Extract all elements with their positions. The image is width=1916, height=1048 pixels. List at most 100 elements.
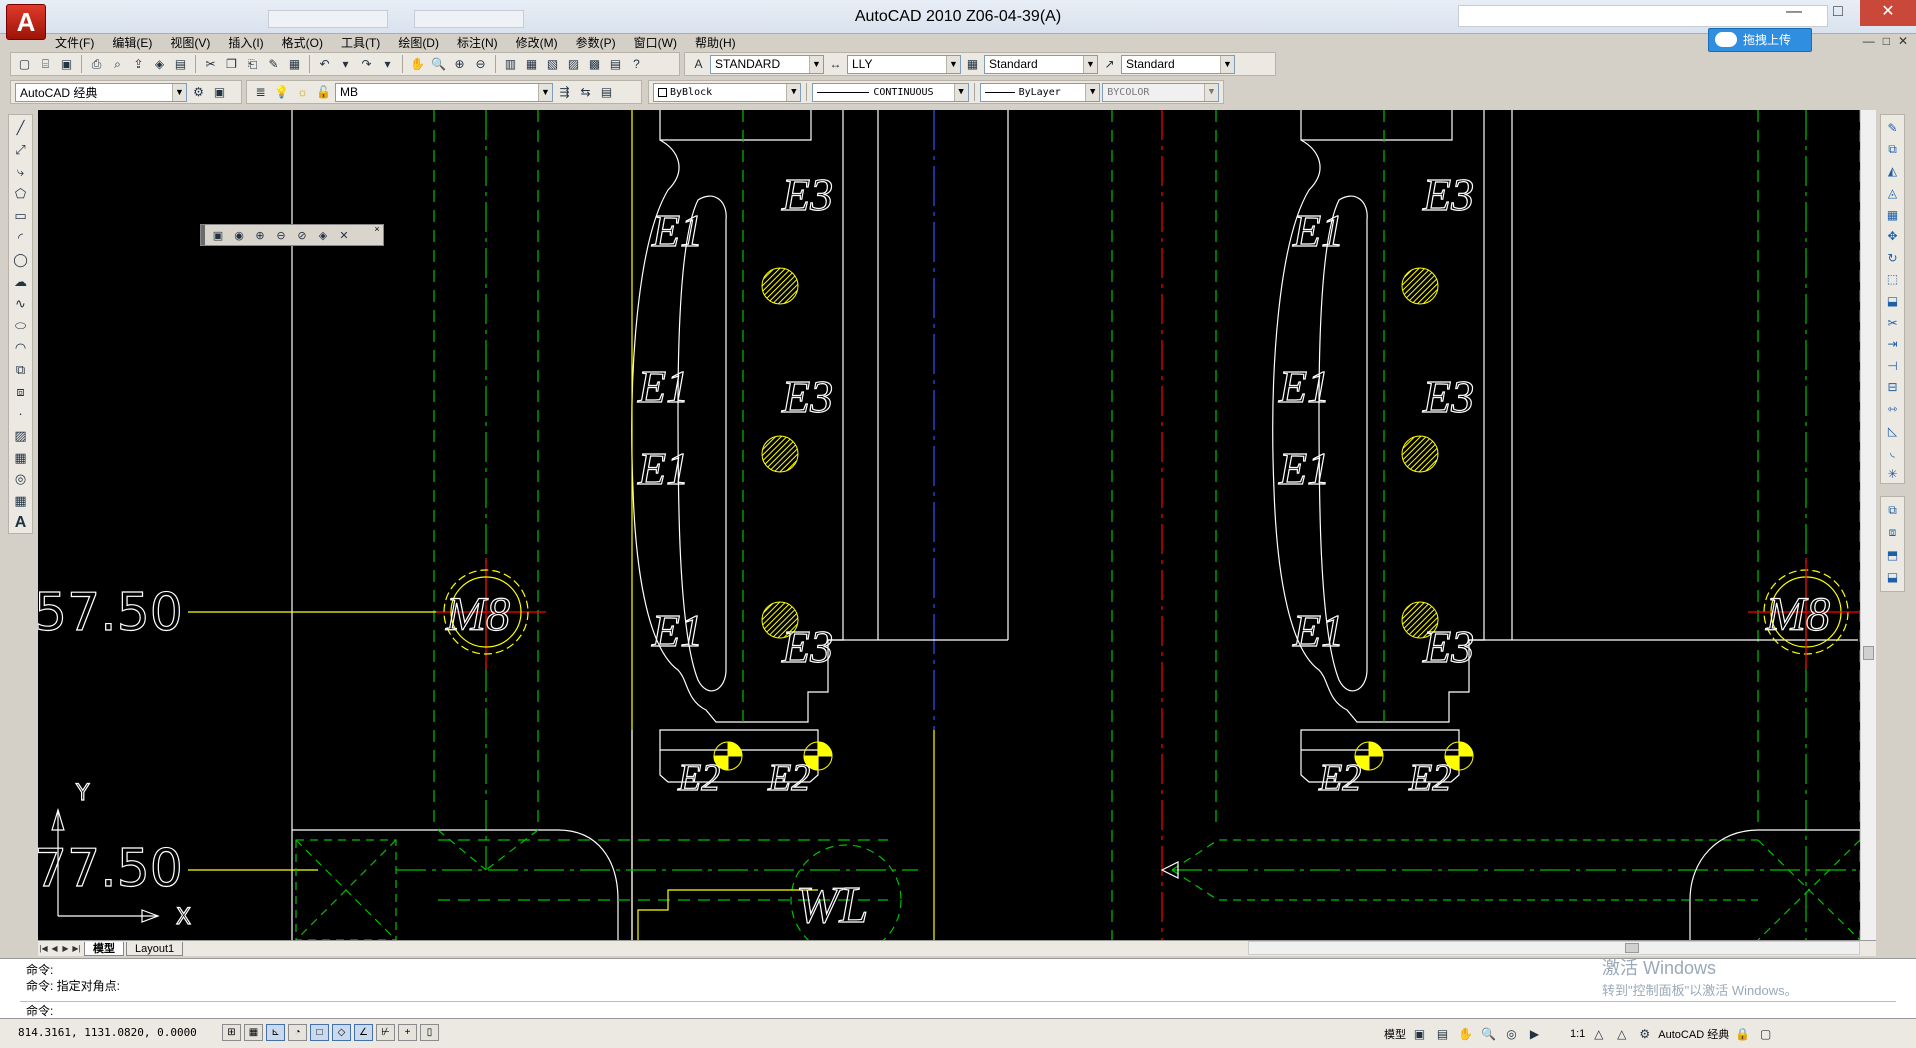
open-icon[interactable]: ⌸: [36, 55, 55, 73]
point-icon[interactable]: ·: [11, 404, 31, 423]
erase-icon[interactable]: ✎: [1883, 119, 1903, 138]
menu-format[interactable]: 格式(O): [273, 34, 332, 52]
fillet-icon[interactable]: ◟: [1883, 443, 1903, 462]
rotate-icon[interactable]: ↻: [1883, 249, 1903, 268]
line-icon[interactable]: ╱: [11, 119, 31, 138]
menu-draw[interactable]: 绘图(D): [389, 34, 448, 52]
menu-edit[interactable]: 编辑(E): [103, 34, 161, 52]
extend-icon[interactable]: ⇥: [1883, 335, 1903, 354]
workspace-settings-icon[interactable]: ⚙: [189, 83, 208, 101]
last-tab-icon[interactable]: ▶|: [71, 943, 82, 955]
3d-osnap-toggle[interactable]: ◇: [332, 1024, 351, 1041]
mleader-style-icon[interactable]: ↗: [1100, 55, 1119, 73]
steering-wheel-icon[interactable]: ◎: [1502, 1025, 1521, 1043]
zoom-previous-icon[interactable]: ⊖: [471, 55, 490, 73]
explode-icon[interactable]: ✳: [1883, 465, 1903, 484]
print-preview-icon[interactable]: ⌕: [108, 55, 127, 73]
box-icon[interactable]: ▣: [209, 227, 227, 243]
linetype-select[interactable]: CONTINUOUS ▼: [812, 82, 969, 102]
workspace-switch-icon[interactable]: ⚙: [1635, 1025, 1654, 1043]
block-editor-icon[interactable]: ▦: [285, 55, 304, 73]
plot-icon[interactable]: ▤: [171, 55, 190, 73]
region-icon[interactable]: ◎: [11, 470, 31, 489]
save-icon[interactable]: ▣: [57, 55, 76, 73]
table-icon[interactable]: ▦: [11, 492, 31, 511]
layer-manager-icon[interactable]: ≣: [251, 83, 270, 101]
menu-insert[interactable]: 插入(I): [219, 34, 272, 52]
publish-icon[interactable]: ⇪: [129, 55, 148, 73]
snap-mode-toggle[interactable]: ⊞: [222, 1024, 241, 1041]
table-style-select[interactable]: Standard ▼: [984, 54, 1098, 74]
sphere-icon[interactable]: ◉: [230, 227, 248, 243]
model-space-label[interactable]: 模型: [1384, 1026, 1406, 1042]
polar-toggle[interactable]: ◔: [288, 1024, 307, 1041]
undo-dropdown-icon[interactable]: ▾: [336, 55, 355, 73]
lwt-toggle[interactable]: ▯: [420, 1024, 439, 1041]
dim-style-select[interactable]: LLY ▼: [847, 54, 961, 74]
layer-freeze-icon[interactable]: ☼: [293, 83, 312, 101]
slice-icon[interactable]: ⊘: [293, 227, 311, 243]
osnap-toggle[interactable]: □: [310, 1024, 329, 1041]
new-icon[interactable]: ▢: [15, 55, 34, 73]
auto-scale-icon[interactable]: △: [1612, 1025, 1631, 1043]
gradient-icon[interactable]: ▦: [11, 448, 31, 467]
dim-style-icon[interactable]: ↔: [826, 55, 845, 73]
undo-icon[interactable]: ↶: [315, 55, 334, 73]
paste-icon[interactable]: ⎗: [243, 55, 262, 73]
cut-icon[interactable]: ✂: [201, 55, 220, 73]
ducs-toggle[interactable]: ⊬: [376, 1024, 395, 1041]
doc-restore-button[interactable]: □: [1883, 34, 1890, 48]
solid-icon[interactable]: ◈: [314, 227, 332, 243]
spline-icon[interactable]: ∿: [11, 295, 31, 314]
table-style-icon[interactable]: ▦: [963, 55, 982, 73]
bring-to-front-icon[interactable]: ⧉: [1883, 501, 1903, 520]
menu-modify[interactable]: 修改(M): [507, 34, 567, 52]
quick-view-drawings-icon[interactable]: ▤: [1433, 1025, 1452, 1043]
showmotion-icon[interactable]: ▶: [1525, 1025, 1544, 1043]
layer-states-icon[interactable]: ▤: [597, 83, 616, 101]
circle-icon[interactable]: ◯: [11, 251, 31, 270]
menu-help[interactable]: 帮助(H): [686, 34, 745, 52]
status-workspace[interactable]: AutoCAD 经典: [1658, 1026, 1729, 1042]
close-icon[interactable]: ×: [372, 225, 382, 235]
layer-on-icon[interactable]: 💡: [272, 83, 291, 101]
array-icon[interactable]: ▦: [1883, 205, 1903, 224]
match-properties-icon[interactable]: ✎: [264, 55, 283, 73]
pan-icon[interactable]: ✋: [408, 55, 427, 73]
stretch-icon[interactable]: ⬓: [1883, 292, 1903, 311]
send-to-back-icon[interactable]: ⧈: [1883, 523, 1903, 542]
annotation-visibility-icon[interactable]: △: [1589, 1025, 1608, 1043]
menu-parametric[interactable]: 参数(P): [567, 34, 625, 52]
first-tab-icon[interactable]: |◀: [38, 943, 49, 955]
grid-toggle[interactable]: ▦: [244, 1024, 263, 1041]
copy-icon[interactable]: ❐: [222, 55, 241, 73]
clean-screen-icon[interactable]: ▢: [1756, 1025, 1775, 1043]
chamfer-icon[interactable]: ◺: [1883, 421, 1903, 440]
make-current-layer-icon[interactable]: ⇶: [555, 83, 574, 101]
zoom-status-icon[interactable]: 🔍: [1479, 1025, 1498, 1043]
move-icon[interactable]: ✥: [1883, 227, 1903, 246]
annotation-scale[interactable]: 1:1: [1570, 1028, 1585, 1040]
vertical-scrollbar[interactable]: [1860, 110, 1876, 940]
maximize-button[interactable]: □: [1816, 0, 1860, 26]
menu-dimension[interactable]: 标注(N): [448, 34, 507, 52]
polygon-icon[interactable]: ⬠: [11, 185, 31, 204]
redo-dropdown-icon[interactable]: ▾: [378, 55, 397, 73]
dyn-toggle[interactable]: +: [398, 1024, 417, 1041]
lock-icon[interactable]: 🔒: [1733, 1025, 1752, 1043]
send-under-icon[interactable]: ⬓: [1883, 567, 1903, 586]
ellipse-icon[interactable]: ⬭: [11, 316, 31, 335]
help-icon[interactable]: ?: [627, 55, 646, 73]
bring-above-icon[interactable]: ⬒: [1883, 545, 1903, 564]
prev-tab-icon[interactable]: ◀: [49, 943, 60, 955]
tab-model[interactable]: 模型: [84, 941, 124, 956]
mleader-style-select[interactable]: Standard ▼: [1121, 54, 1235, 74]
menu-file[interactable]: 文件(F): [46, 34, 103, 52]
scroll-thumb[interactable]: [1863, 646, 1874, 660]
revision-cloud-icon[interactable]: ☁: [11, 273, 31, 292]
lineweight-select[interactable]: ByLayer ▼: [979, 82, 1101, 102]
menu-tools[interactable]: 工具(T): [332, 34, 389, 52]
trim-icon[interactable]: ✂: [1883, 313, 1903, 332]
scale-icon[interactable]: ⬚: [1883, 270, 1903, 289]
ortho-toggle[interactable]: ⊾: [266, 1024, 285, 1041]
